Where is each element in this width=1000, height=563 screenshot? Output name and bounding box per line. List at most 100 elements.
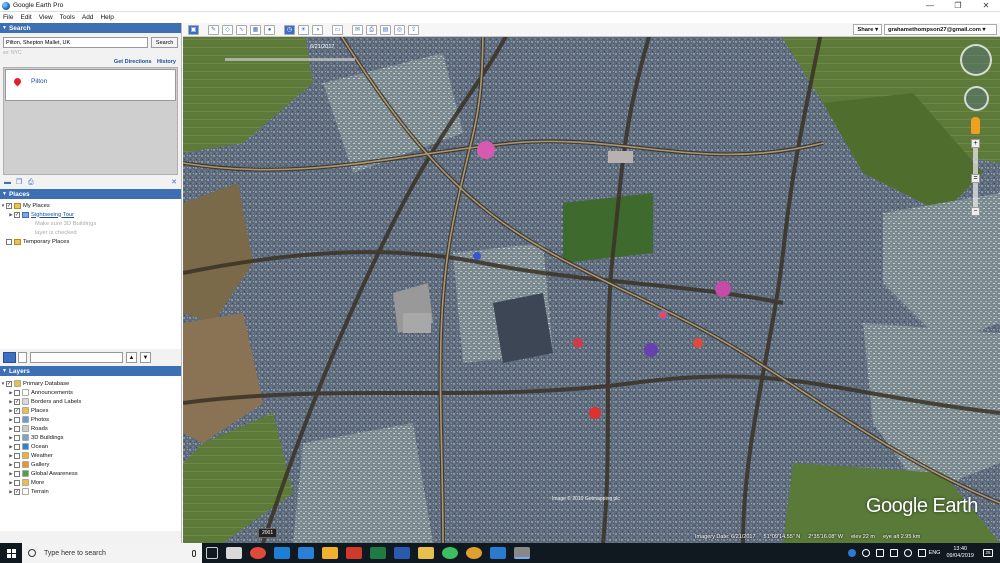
add-overlay-button[interactable]: ▦: [250, 24, 261, 35]
account-button[interactable]: grahamethompson27@gmail.com ▾: [884, 24, 997, 35]
clock[interactable]: 13:40 09/04/2019: [946, 546, 974, 560]
microphone-icon[interactable]: [192, 549, 196, 557]
arrow-down-icon[interactable]: ▼: [140, 352, 151, 363]
zoom-handle-icon[interactable]: =: [971, 174, 980, 183]
close-button[interactable]: ✕: [972, 1, 1000, 10]
volume-icon[interactable]: [917, 549, 926, 557]
tree-row-my-places[interactable]: ▼ ✓ My Places: [0, 201, 181, 210]
outlook-icon[interactable]: [490, 547, 506, 559]
layer-row[interactable]: ▶ Ocean: [0, 442, 181, 451]
get-directions-link[interactable]: Get Directions: [114, 59, 152, 65]
satellite-imagery[interactable]: [183, 23, 1000, 543]
media-player-icon[interactable]: [346, 547, 362, 559]
layer-checkbox[interactable]: ✓: [14, 398, 20, 405]
share-button[interactable]: Share ▾: [853, 24, 882, 35]
layer-checkbox[interactable]: ✓: [14, 488, 20, 495]
layers-header[interactable]: ▼ Layers: [0, 366, 181, 376]
zoom-out-icon[interactable]: −: [971, 207, 980, 216]
whatsapp-icon[interactable]: [442, 547, 458, 559]
layer-row[interactable]: ▶ Global Awareness: [0, 469, 181, 478]
move-joystick-icon[interactable]: [964, 86, 989, 111]
clear-search-icon[interactable]: ✕: [171, 178, 177, 186]
zoom-in-icon[interactable]: +: [971, 139, 980, 148]
layer-row[interactable]: ▶ Photos: [0, 415, 181, 424]
layer-checkbox[interactable]: [14, 416, 20, 423]
ruler-button[interactable]: ▭: [332, 24, 343, 35]
layer-checkbox[interactable]: ✓: [14, 407, 20, 414]
add-polygon-button[interactable]: ◇: [222, 24, 233, 35]
layer-row[interactable]: ▶ ✓ Terrain: [0, 487, 181, 496]
layer-row[interactable]: ▶ ✓ Places: [0, 406, 181, 415]
layer-row[interactable]: ▶ 3D Buildings: [0, 433, 181, 442]
switch-planet-button[interactable]: ◑: [312, 24, 323, 35]
sidebar-toggle-icon[interactable]: [3, 352, 16, 363]
tree-row-sightseeing[interactable]: ▶ ✓ Sightseeing Tour: [0, 210, 181, 219]
checkbox[interactable]: [6, 238, 12, 245]
layer-row[interactable]: ▶ More: [0, 478, 181, 487]
layer-row[interactable]: ▼ ✓ Primary Database: [0, 379, 181, 388]
layer-checkbox[interactable]: ✓: [6, 380, 12, 387]
layer-checkbox[interactable]: [14, 461, 20, 468]
edge-browser-icon[interactable]: [274, 547, 290, 559]
add-placemark-button[interactable]: ✎: [208, 24, 219, 35]
checkbox[interactable]: ✓: [6, 202, 12, 209]
checkbox[interactable]: ✓: [14, 211, 20, 218]
upload-button[interactable]: ⇪: [408, 24, 419, 35]
menu-add[interactable]: Add: [82, 14, 94, 21]
excel-icon[interactable]: [370, 547, 386, 559]
layer-row[interactable]: ▶ Announcements: [0, 388, 181, 397]
folder-icon[interactable]: ▬: [4, 179, 12, 186]
layer-row[interactable]: ▶ Gallery: [0, 460, 181, 469]
menu-view[interactable]: View: [39, 14, 53, 21]
record-tour-button[interactable]: ●: [264, 24, 275, 35]
layer-checkbox[interactable]: [14, 389, 20, 396]
start-button[interactable]: [0, 543, 22, 563]
layer-checkbox[interactable]: [14, 443, 20, 450]
maximize-button[interactable]: ❐: [944, 1, 972, 10]
look-compass-icon[interactable]: [960, 44, 992, 76]
search-button[interactable]: Search: [151, 37, 178, 48]
add-path-button[interactable]: ∿: [236, 24, 247, 35]
menu-edit[interactable]: Edit: [20, 14, 31, 21]
map-view[interactable]: [183, 23, 1000, 543]
chevron-up-icon[interactable]: [875, 549, 884, 557]
mail-app-icon[interactable]: [226, 547, 242, 559]
print-button[interactable]: ⎙: [366, 24, 377, 35]
menu-file[interactable]: File: [3, 14, 13, 21]
wifi-icon[interactable]: [903, 549, 912, 557]
year-badge[interactable]: 2001: [258, 528, 278, 538]
layer-checkbox[interactable]: [14, 452, 20, 459]
tree-row-temporary-places[interactable]: Temporary Places: [0, 237, 181, 246]
save-image-button[interactable]: ▤: [380, 24, 391, 35]
search-input[interactable]: [3, 37, 149, 48]
task-view-icon[interactable]: [206, 547, 218, 559]
historical-imagery-button[interactable]: ◷: [284, 24, 295, 35]
print-icon[interactable]: ⎙: [28, 179, 36, 186]
layer-row[interactable]: ▶ ✓ Borders and Labels: [0, 397, 181, 406]
email-button[interactable]: ✉: [352, 24, 363, 35]
language-indicator[interactable]: ENG: [929, 550, 941, 556]
notification-center-icon[interactable]: 25: [983, 549, 993, 557]
file-explorer-icon[interactable]: [322, 547, 338, 559]
menu-help[interactable]: Help: [100, 14, 113, 21]
sunlight-button[interactable]: ☀: [298, 24, 309, 35]
time-slider[interactable]: 6/21/2017: [225, 44, 355, 68]
folder-icon[interactable]: [418, 547, 434, 559]
time-slider-track[interactable]: [225, 58, 355, 61]
layer-checkbox[interactable]: [14, 425, 20, 432]
copy-icon[interactable]: ❐: [16, 179, 24, 186]
minimize-button[interactable]: —: [916, 1, 944, 10]
word-icon[interactable]: [394, 547, 410, 559]
people-icon[interactable]: [861, 549, 870, 557]
search-header[interactable]: ▼ Search: [0, 23, 181, 33]
battery-icon[interactable]: [889, 549, 898, 557]
sidebar-toggle-button[interactable]: ▣: [188, 24, 199, 35]
view-in-maps-button[interactable]: ◎: [394, 24, 405, 35]
search-result-item[interactable]: Pilton: [5, 69, 176, 101]
street-view-pegman-icon[interactable]: [971, 117, 980, 134]
layer-checkbox[interactable]: [14, 434, 20, 441]
chrome-icon[interactable]: [466, 547, 482, 559]
layer-checkbox[interactable]: [14, 470, 20, 477]
layer-row[interactable]: ▶ Roads: [0, 424, 181, 433]
places-header[interactable]: ▼ Places: [0, 189, 181, 199]
